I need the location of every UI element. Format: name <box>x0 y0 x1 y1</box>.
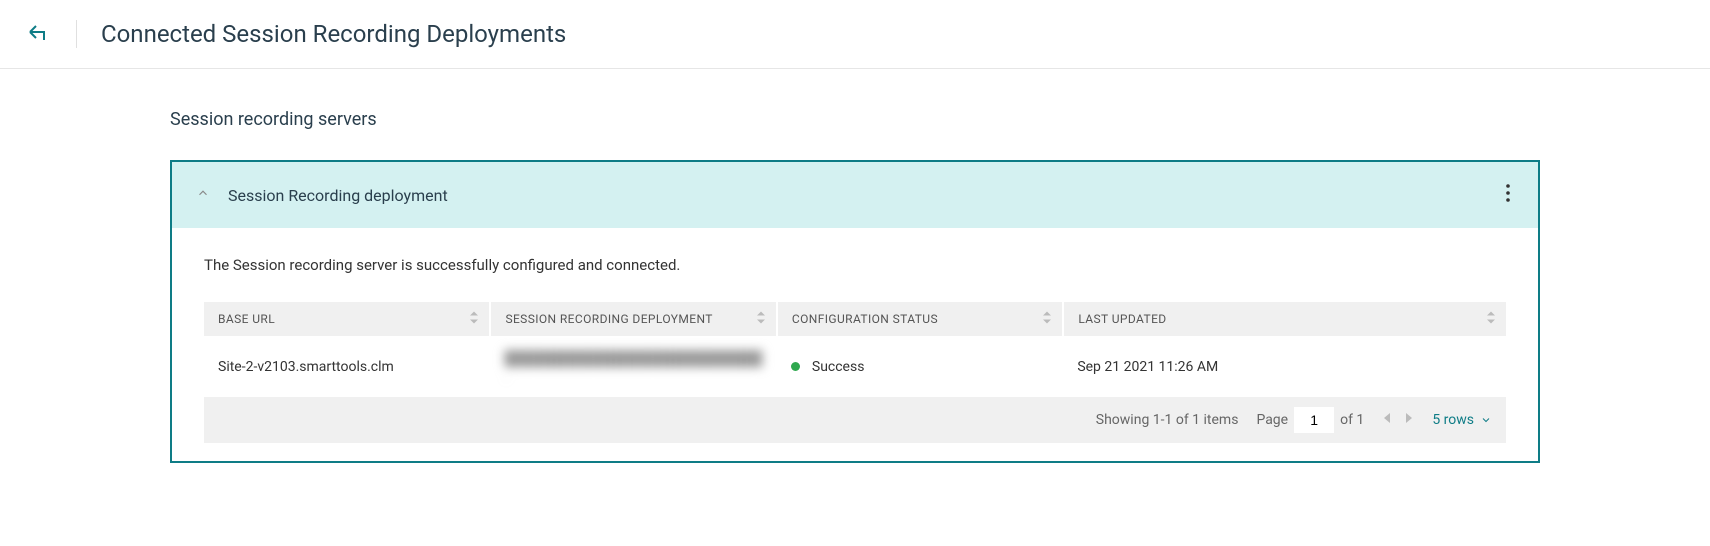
col-config-status-label: CONFIGURATION STATUS <box>792 312 938 326</box>
page-of-text: of 1 <box>1340 412 1364 428</box>
status-text: Success <box>812 359 865 375</box>
section-title: Session recording servers <box>170 109 1540 130</box>
next-page-icon[interactable] <box>1404 412 1414 428</box>
col-base-url-label: BASE URL <box>218 312 275 326</box>
col-last-updated[interactable]: LAST UPDATED <box>1063 302 1506 336</box>
sort-icon <box>469 312 479 327</box>
cell-base-url: Site-2-v2103.smarttools.clm <box>204 336 490 397</box>
servers-table: BASE URL SESSION RECORDING DEPLOYMENT CO… <box>204 302 1506 397</box>
rows-per-page-select[interactable]: 5 rows <box>1432 412 1492 428</box>
col-deployment-label: SESSION RECORDING DEPLOYMENT <box>505 312 712 326</box>
deployment-panel: Session Recording deployment The Session… <box>170 160 1540 463</box>
back-button[interactable] <box>24 20 52 48</box>
col-config-status[interactable]: CONFIGURATION STATUS <box>777 302 1063 336</box>
cell-deployment: ██████████████████████████ . <box>490 336 776 397</box>
chevron-up-icon[interactable] <box>196 186 210 204</box>
prev-page-icon[interactable] <box>1382 412 1392 428</box>
col-last-updated-label: LAST UPDATED <box>1078 312 1166 326</box>
sort-icon <box>1486 312 1496 327</box>
sort-icon <box>1042 312 1052 327</box>
col-deployment[interactable]: SESSION RECORDING DEPLOYMENT <box>490 302 776 336</box>
redacted-text: ██████████████████████████ . <box>504 351 762 383</box>
page-title: Connected Session Recording Deployments <box>101 20 566 48</box>
panel-description: The Session recording server is successf… <box>204 256 1506 274</box>
page-input[interactable] <box>1294 407 1334 433</box>
cell-last-updated: Sep 21 2021 11:26 AM <box>1063 336 1506 397</box>
sort-icon <box>756 312 766 327</box>
col-base-url[interactable]: BASE URL <box>204 302 490 336</box>
chevron-down-icon <box>1480 414 1492 426</box>
panel-title: Session Recording deployment <box>228 186 1502 205</box>
status-dot-icon <box>791 362 800 371</box>
rows-label: 5 rows <box>1432 412 1474 428</box>
cell-config-status: Success <box>777 336 1063 397</box>
table-footer: Showing 1-1 of 1 items Page of 1 5 rows <box>204 397 1506 443</box>
back-arrow-icon <box>26 22 50 46</box>
showing-text: Showing 1-1 of 1 items <box>1096 412 1239 428</box>
kebab-menu-icon[interactable] <box>1502 180 1514 210</box>
panel-header[interactable]: Session Recording deployment <box>172 162 1538 228</box>
page-label: Page <box>1256 412 1288 428</box>
header-divider <box>76 20 77 48</box>
table-row[interactable]: Site-2-v2103.smarttools.clm ████████████… <box>204 336 1506 397</box>
